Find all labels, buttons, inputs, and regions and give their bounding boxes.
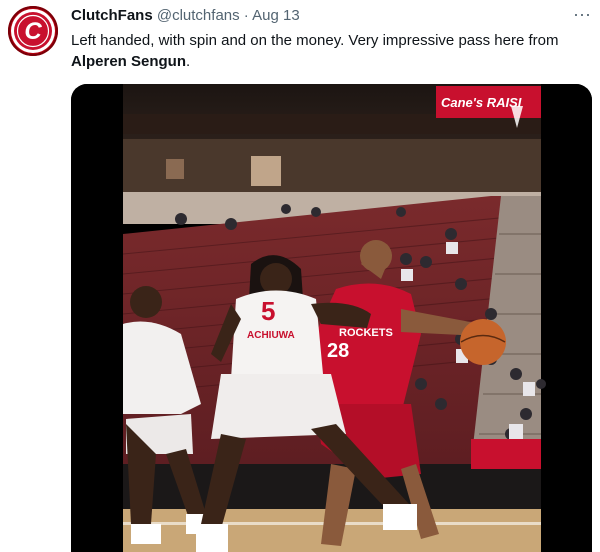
concourse-light bbox=[251, 156, 281, 186]
tweet-text-body: Left handed, with spin and on the money.… bbox=[71, 32, 559, 49]
more-options-icon[interactable]: ··· bbox=[572, 5, 592, 26]
separator-dot: · bbox=[243, 7, 249, 24]
tweet-header: ClutchFans @clutchfans · Aug 13 bbox=[71, 6, 560, 26]
mentioned-player: Alperen Sengun bbox=[71, 53, 187, 70]
user-handle[interactable]: @clutchfans bbox=[157, 7, 240, 24]
display-name[interactable]: ClutchFans bbox=[71, 7, 153, 24]
tweet-text-end: . bbox=[186, 53, 191, 70]
video-media[interactable]: Cane's RAISI ROCKETS 28 5 ACHIUWA bbox=[71, 84, 592, 552]
jersey-white-number: 5 bbox=[261, 296, 275, 326]
video-letterbox-right bbox=[541, 84, 592, 552]
tweet-text: Left handed, with spin and on the money.… bbox=[71, 30, 586, 72]
concourse-sign bbox=[166, 159, 184, 179]
basketball bbox=[460, 319, 506, 365]
sponsor-banner-text: Cane's RAISI bbox=[441, 95, 522, 110]
tweet-card[interactable]: C ClutchFans @clutchfans · Aug 13 ··· Le… bbox=[0, 0, 600, 552]
video-letterbox-left bbox=[71, 84, 123, 552]
jersey-white-name: ACHIUWA bbox=[247, 330, 295, 341]
game-video-frame: Cane's RAISI ROCKETS 28 5 ACHIUWA bbox=[71, 84, 592, 552]
arena-concourse bbox=[123, 139, 541, 194]
tweet-date[interactable]: Aug 13 bbox=[252, 7, 300, 24]
courtside-advertising bbox=[471, 439, 541, 469]
clutchfans-logo-icon: C bbox=[11, 9, 55, 53]
avatar[interactable]: C bbox=[8, 6, 58, 56]
avatar-letter: C bbox=[24, 18, 42, 45]
jersey-red-number: 28 bbox=[327, 340, 349, 362]
jersey-red-team: ROCKETS bbox=[339, 327, 393, 339]
